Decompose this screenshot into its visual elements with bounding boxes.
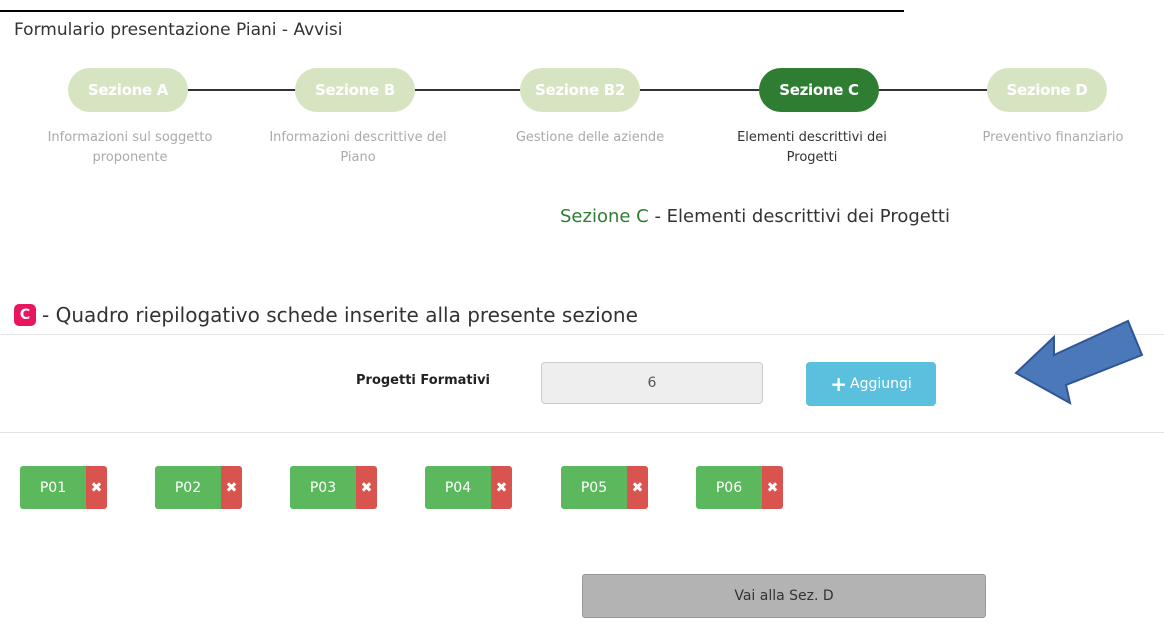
project-chip-label[interactable]: P05	[561, 466, 627, 509]
project-chip-label[interactable]: P04	[425, 466, 491, 509]
project-chip-label[interactable]: P03	[290, 466, 356, 509]
wizard-step-c-description: Elementi descrittivi dei Progetti	[737, 130, 887, 165]
project-chip: P02 ✖	[155, 466, 242, 509]
wizard-step-d-description: Preventivo finanziario	[982, 130, 1124, 145]
delete-icon[interactable]: ✖	[86, 466, 107, 509]
divider-middle	[0, 432, 1164, 433]
wizard-step-a[interactable]: Sezione A	[68, 68, 188, 112]
project-chip: P05 ✖	[561, 466, 648, 509]
wizard-step-d[interactable]: Sezione D	[987, 68, 1107, 112]
project-chip: P01 ✖	[20, 466, 107, 509]
wizard-step-b2-description: Gestione delle aziende	[515, 130, 665, 145]
delete-icon[interactable]: ✖	[356, 466, 377, 509]
go-to-section-d-button[interactable]: Vai alla Sez. D	[582, 574, 986, 618]
wizard-step-a-description: Informazioni sul soggetto proponente	[47, 130, 213, 165]
project-chip-label[interactable]: P01	[20, 466, 86, 509]
add-project-button[interactable]: + Aggiungi	[806, 362, 936, 406]
summary-heading-text: - Quadro riepilogativo schede inserite a…	[42, 303, 638, 327]
top-rule	[0, 0, 904, 12]
wizard-step-b[interactable]: Sezione B	[295, 68, 415, 112]
project-chip-label[interactable]: P06	[696, 466, 762, 509]
section-title-text: - Elementi descrittivi dei Progetti	[648, 206, 950, 227]
section-title-accent: Sezione C	[560, 206, 649, 227]
projects-label: Progetti Formativi	[356, 373, 491, 388]
summary-heading: C - Quadro riepilogativo schede inserite…	[14, 303, 638, 327]
wizard-step-c[interactable]: Sezione C	[759, 68, 879, 112]
delete-icon[interactable]: ✖	[491, 466, 512, 509]
project-chip: P04 ✖	[425, 466, 512, 509]
divider-top	[0, 334, 1164, 335]
wizard-step-b-description: Informazioni descrittive del Piano	[269, 130, 447, 165]
section-title: Sezione C - Elementi descrittivi dei Pro…	[560, 206, 950, 227]
project-chip: P06 ✖	[696, 466, 783, 509]
delete-icon[interactable]: ✖	[762, 466, 783, 509]
project-chip-label[interactable]: P02	[155, 466, 221, 509]
wizard-step-b2[interactable]: Sezione B2	[520, 68, 640, 112]
section-badge: C	[14, 304, 36, 326]
left-arrow-icon	[1014, 319, 1144, 405]
page-heading: Formulario presentazione Piani - Avvisi	[14, 20, 343, 40]
project-chip: P03 ✖	[290, 466, 377, 509]
projects-count-field: 6	[541, 362, 763, 404]
add-project-button-label: Aggiungi	[850, 376, 912, 392]
delete-icon[interactable]: ✖	[627, 466, 648, 509]
delete-icon[interactable]: ✖	[221, 466, 242, 509]
plus-icon: +	[830, 372, 847, 396]
